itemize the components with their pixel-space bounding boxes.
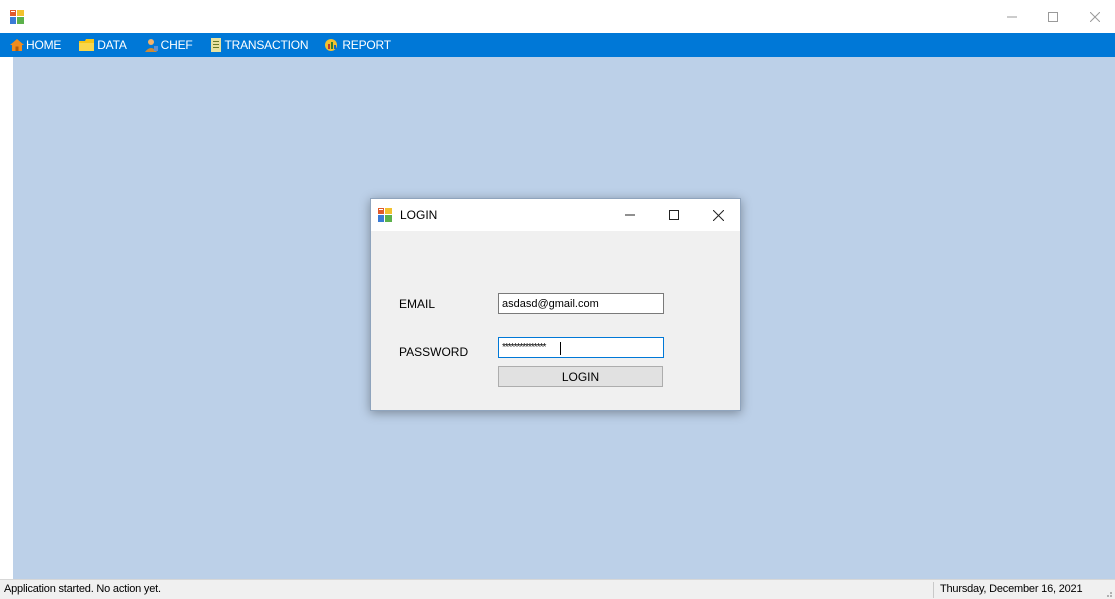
password-field[interactable] bbox=[498, 337, 664, 358]
status-message: Application started. No action yet. bbox=[4, 583, 161, 595]
menu-item-report[interactable]: REPORT bbox=[324, 33, 391, 57]
menu-item-label: HOME bbox=[26, 38, 62, 52]
menu-item-chef[interactable]: CHEF bbox=[143, 33, 193, 57]
text-caret bbox=[560, 342, 561, 355]
close-button[interactable] bbox=[1075, 0, 1115, 33]
main-title-bar bbox=[0, 0, 1115, 33]
menu-item-data[interactable]: DATA bbox=[79, 33, 127, 57]
house-icon bbox=[10, 39, 24, 51]
app-form-icon bbox=[378, 208, 392, 222]
folder-icon bbox=[79, 39, 95, 51]
menu-item-label: CHEF bbox=[160, 38, 193, 52]
report-icon bbox=[325, 39, 338, 51]
window-left-border bbox=[0, 57, 13, 579]
app-form-icon bbox=[10, 10, 24, 24]
dialog-maximize-button[interactable] bbox=[652, 199, 696, 231]
status-strip: Application started. No action yet. Thur… bbox=[0, 579, 1115, 599]
document-icon bbox=[210, 38, 221, 52]
menu-item-label: TRANSACTION bbox=[224, 38, 309, 52]
menu-item-transaction[interactable]: TRANSACTION bbox=[209, 33, 309, 57]
menu-item-label: DATA bbox=[97, 38, 127, 52]
dialog-title-bar[interactable]: LOGIN bbox=[371, 199, 740, 231]
menu-item-label: REPORT bbox=[342, 38, 391, 52]
login-button[interactable]: LOGIN bbox=[498, 366, 663, 387]
status-divider bbox=[933, 582, 934, 598]
dialog-minimize-button[interactable] bbox=[608, 199, 652, 231]
dialog-close-button[interactable] bbox=[696, 199, 740, 231]
menu-item-home[interactable]: HOME bbox=[10, 33, 61, 57]
password-label: PASSWORD bbox=[399, 345, 469, 359]
resize-grip-icon[interactable] bbox=[1103, 586, 1113, 598]
login-dialog: LOGIN EMAIL PASSWORD LOGIN bbox=[370, 198, 741, 411]
minimize-button[interactable] bbox=[992, 0, 1032, 33]
menu-strip: HOME DATA CHEF TRANSACTION REPORT bbox=[0, 33, 1115, 57]
status-date: Thursday, December 16, 2021 bbox=[940, 583, 1083, 595]
email-label: EMAIL bbox=[399, 297, 436, 311]
email-field[interactable] bbox=[498, 293, 664, 314]
dialog-title: LOGIN bbox=[400, 208, 438, 222]
user-icon bbox=[144, 39, 158, 52]
maximize-button[interactable] bbox=[1033, 0, 1073, 33]
